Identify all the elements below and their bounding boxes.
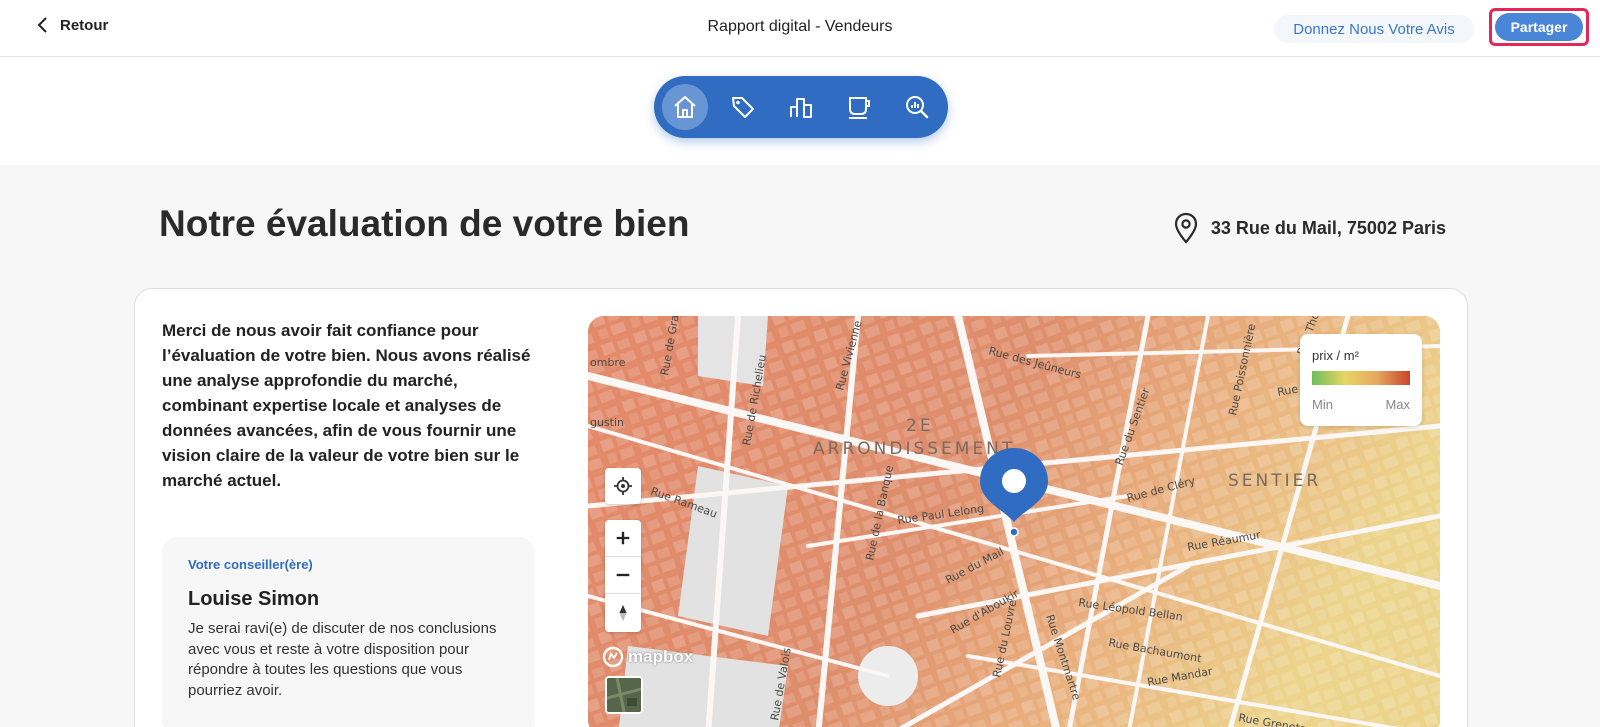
legend-gradient <box>1312 371 1410 385</box>
map-legend: prix / m² Min Max <box>1300 334 1422 426</box>
street-label: gustin <box>590 416 624 429</box>
property-marker[interactable] <box>978 446 1050 538</box>
legend-title: prix / m² <box>1312 348 1359 363</box>
geolocate-button[interactable] <box>605 468 641 504</box>
section-nav <box>654 76 948 138</box>
nav-comparison[interactable] <box>778 84 824 130</box>
tag-icon <box>732 97 754 118</box>
district-label: 2E <box>906 416 934 436</box>
mapbox-icon <box>602 646 624 668</box>
nav-home[interactable] <box>662 84 708 130</box>
plus-icon <box>616 531 630 545</box>
advisor-name: Louise Simon <box>188 588 320 610</box>
district-label: SENTIER <box>1228 471 1321 491</box>
minus-icon <box>616 573 630 577</box>
compass-icon <box>619 604 627 621</box>
crosshair-icon <box>614 477 632 495</box>
coffee-cup-icon <box>849 97 870 119</box>
feedback-button[interactable]: Donnez Nous Votre Avis <box>1274 15 1474 43</box>
advisor-label: Votre conseiller(ère) <box>188 557 313 572</box>
street-label: ombre <box>590 356 626 369</box>
zoom-controls <box>605 520 641 632</box>
home-icon <box>674 96 696 118</box>
nav-analysis[interactable] <box>894 84 940 130</box>
share-button[interactable]: Partager <box>1495 13 1583 41</box>
zoom-out-button[interactable] <box>605 557 641 594</box>
intro-text: Merci de nous avoir fait confiance pour … <box>162 321 531 490</box>
location-pin-icon <box>1174 212 1197 244</box>
share-button-highlight: Partager <box>1489 8 1589 46</box>
advisor-description: Je serai ravi(e) de discuter de nos conc… <box>188 620 497 699</box>
satellite-thumbnail-icon <box>607 678 641 712</box>
property-address: 33 Rue du Mail, 75002 Paris <box>1173 212 1446 244</box>
mapbox-attribution: mapbox <box>628 647 694 666</box>
compass-button[interactable] <box>605 594 641 631</box>
address-text: 33 Rue du Mail, 75002 Paris <box>1210 217 1446 238</box>
nav-price[interactable] <box>720 84 766 130</box>
analytics-search-icon <box>906 96 929 119</box>
satellite-toggle[interactable] <box>605 676 643 714</box>
nav-neighborhood[interactable] <box>836 84 882 130</box>
nav-band <box>0 57 1600 165</box>
advisor-card: Votre conseiller(ère) Louise Simon Je se… <box>162 537 535 727</box>
bar-chart-icon <box>790 98 812 118</box>
legend-max: Max <box>1385 397 1410 412</box>
price-map[interactable]: 2E ARRONDISSEMENT SENTIER Rue de Gram om… <box>588 316 1440 727</box>
section-heading: Notre évaluation de votre bien <box>159 203 690 244</box>
legend-min: Min <box>1312 397 1333 412</box>
zoom-in-button[interactable] <box>605 520 641 557</box>
mapbox-logo[interactable]: mapbox <box>602 646 693 668</box>
top-bar: Retour Rapport digital - Vendeurs Donnez… <box>0 0 1600 57</box>
